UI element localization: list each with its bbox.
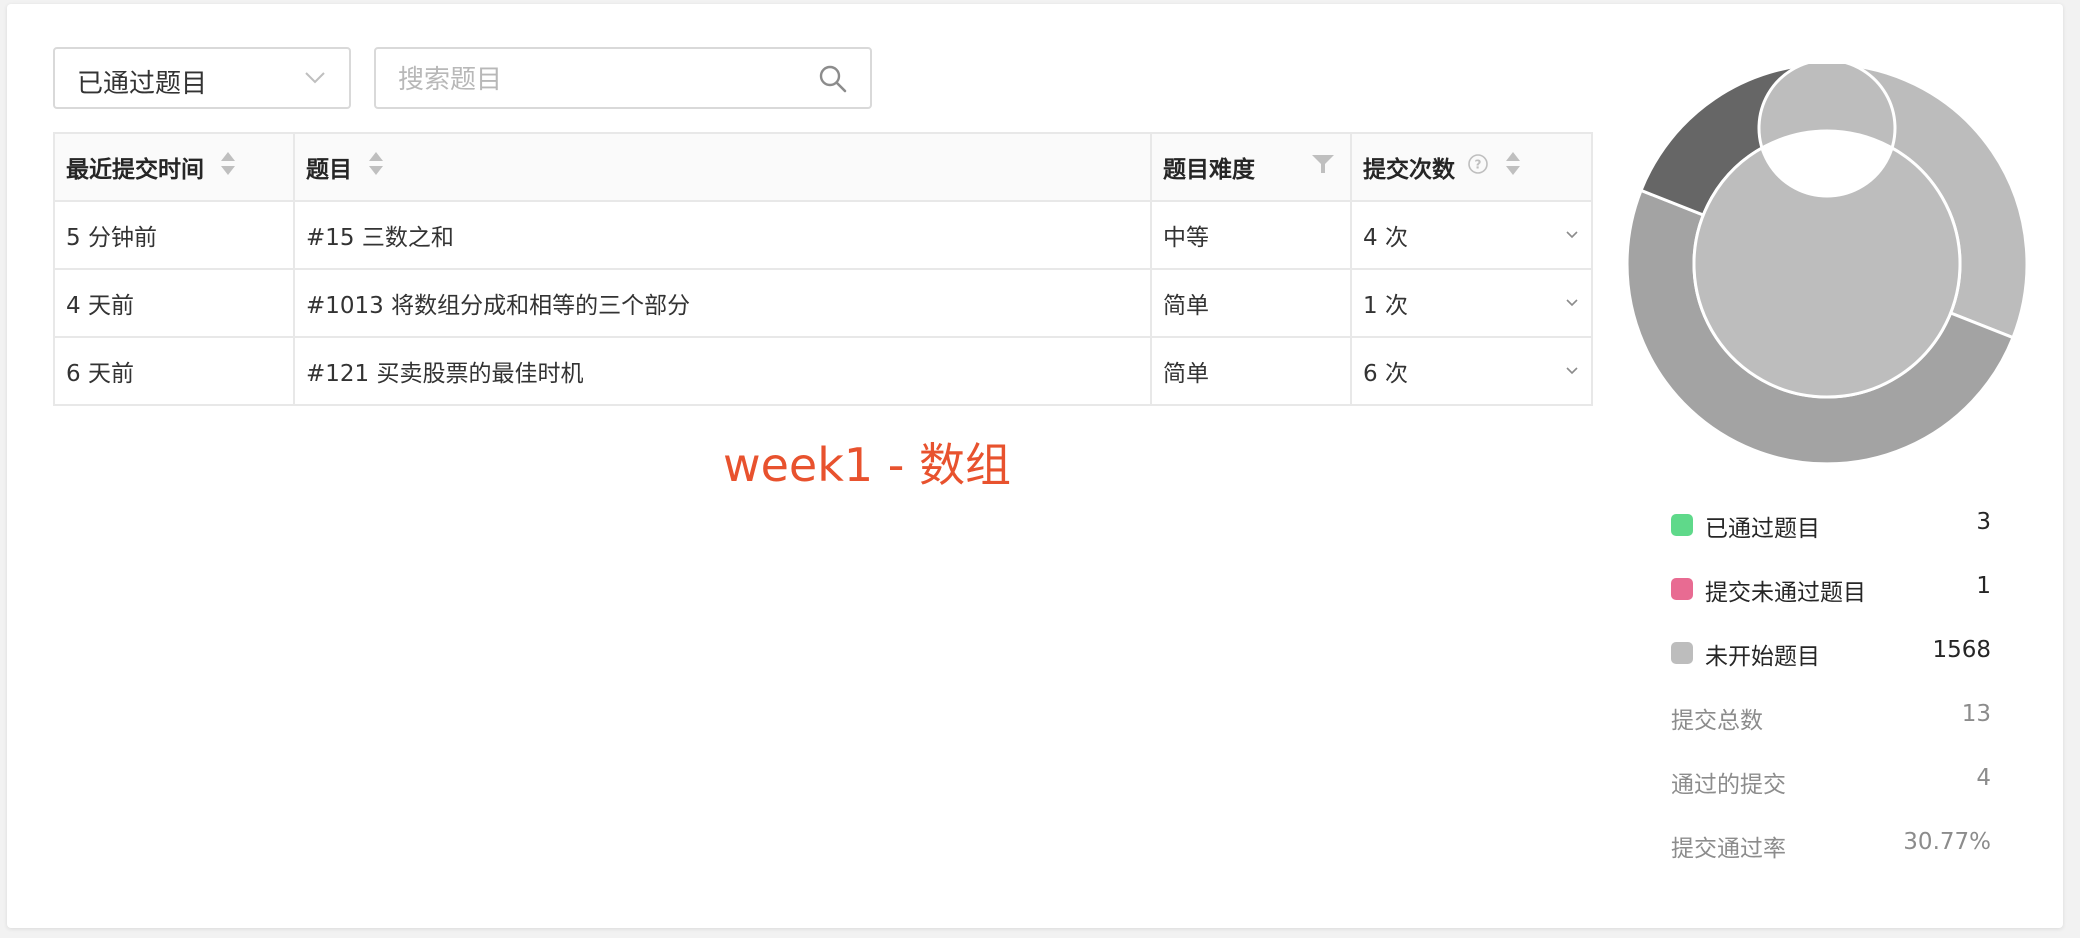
expand-chevron-icon[interactable] [1564, 358, 1580, 384]
stat-row-pass-rate: 提交通过率 30.77% [1671, 826, 1991, 890]
stat-value: 30.77% [1903, 829, 1991, 855]
stat-row-passed-submissions: 通过的提交 4 [1671, 762, 1991, 826]
legend-row-passed: 已通过题目 3 [1671, 506, 1991, 570]
header-last-submit-time[interactable]: 最近提交时间 [53, 132, 295, 202]
legend-value: 3 [1976, 509, 1991, 535]
count-value: 4 次 [1363, 225, 1408, 251]
search-box[interactable] [374, 47, 872, 109]
header-label: 题目难度 [1163, 157, 1255, 183]
table-header-row: 最近提交时间 题目 题目难度 提交次数 ? [53, 132, 1593, 202]
expand-chevron-icon[interactable] [1564, 222, 1580, 248]
header-submit-count[interactable]: 提交次数 ? [1350, 132, 1593, 202]
submissions-table: 最近提交时间 题目 题目难度 提交次数 ? 5 分钟前 #15 三数之和 中等 … [53, 132, 1593, 406]
cell-count: 6 次 [1350, 336, 1593, 406]
expand-chevron-icon[interactable] [1564, 290, 1580, 316]
filter-icon[interactable] [1311, 153, 1335, 181]
help-icon[interactable]: ? [1467, 153, 1489, 181]
legend-row-not-started: 未开始题目 1568 [1671, 634, 1991, 698]
stat-label: 通过的提交 [1671, 772, 1786, 798]
chevron-down-icon [303, 65, 327, 93]
cell-title[interactable]: #121 买卖股票的最佳时机 [293, 336, 1152, 406]
cell-count: 4 次 [1350, 200, 1593, 270]
stat-label: 提交总数 [1671, 708, 1763, 734]
table-row[interactable]: 4 天前 #1013 将数组分成和相等的三个部分 简单 1 次 [53, 268, 1593, 338]
cell-title[interactable]: #15 三数之和 [293, 200, 1152, 270]
svg-text:?: ? [1475, 158, 1482, 172]
legend-value: 1568 [1932, 637, 1991, 663]
table-row[interactable]: 5 分钟前 #15 三数之和 中等 4 次 [53, 200, 1593, 270]
header-label: 提交次数 [1363, 157, 1455, 183]
legend-label: 已通过题目 [1705, 516, 1820, 542]
legend-label: 提交未通过题目 [1705, 580, 1866, 606]
sort-icon[interactable] [368, 150, 384, 184]
search-input[interactable] [396, 61, 800, 99]
count-value: 1 次 [1363, 293, 1408, 319]
cell-time: 5 分钟前 [53, 200, 295, 270]
cell-time: 4 天前 [53, 268, 295, 338]
cell-title[interactable]: #1013 将数组分成和相等的三个部分 [293, 268, 1152, 338]
stats-panel: 已通过题目 3 提交未通过题目 1 未开始题目 1568 提交总数 13 通过的… [1671, 506, 1991, 890]
table-row[interactable]: 6 天前 #121 买卖股票的最佳时机 简单 6 次 [53, 336, 1593, 406]
stat-row-total-submissions: 提交总数 13 [1671, 698, 1991, 762]
header-difficulty[interactable]: 题目难度 [1150, 132, 1352, 202]
stat-label: 提交通过率 [1671, 836, 1786, 862]
search-icon[interactable] [818, 64, 848, 98]
status-filter-select[interactable]: 已通过题目 [53, 47, 351, 109]
stat-value: 13 [1961, 701, 1991, 727]
legend-row-failed: 提交未通过题目 1 [1671, 570, 1991, 634]
week-annotation: week1 - 数组 [723, 438, 1011, 492]
header-title[interactable]: 题目 [293, 132, 1152, 202]
main-card: 已通过题目 最近提交时间 [7, 4, 2063, 928]
stat-value: 4 [1976, 765, 1991, 791]
sort-icon[interactable] [220, 150, 236, 184]
cell-difficulty: 简单 [1150, 336, 1352, 406]
progress-donut-chart [1627, 64, 2027, 464]
count-value: 6 次 [1363, 361, 1408, 387]
legend-swatch [1671, 578, 1693, 600]
cell-difficulty: 简单 [1150, 268, 1352, 338]
legend-value: 1 [1976, 573, 1991, 599]
legend-swatch [1671, 642, 1693, 664]
cell-difficulty: 中等 [1150, 200, 1352, 270]
sort-icon[interactable] [1505, 150, 1521, 184]
legend-swatch [1671, 514, 1693, 536]
header-label: 最近提交时间 [66, 157, 204, 183]
cell-time: 6 天前 [53, 336, 295, 406]
status-filter-value: 已通过题目 [77, 69, 208, 99]
cell-count: 1 次 [1350, 268, 1593, 338]
header-label: 题目 [306, 157, 352, 183]
legend-label: 未开始题目 [1705, 644, 1820, 670]
